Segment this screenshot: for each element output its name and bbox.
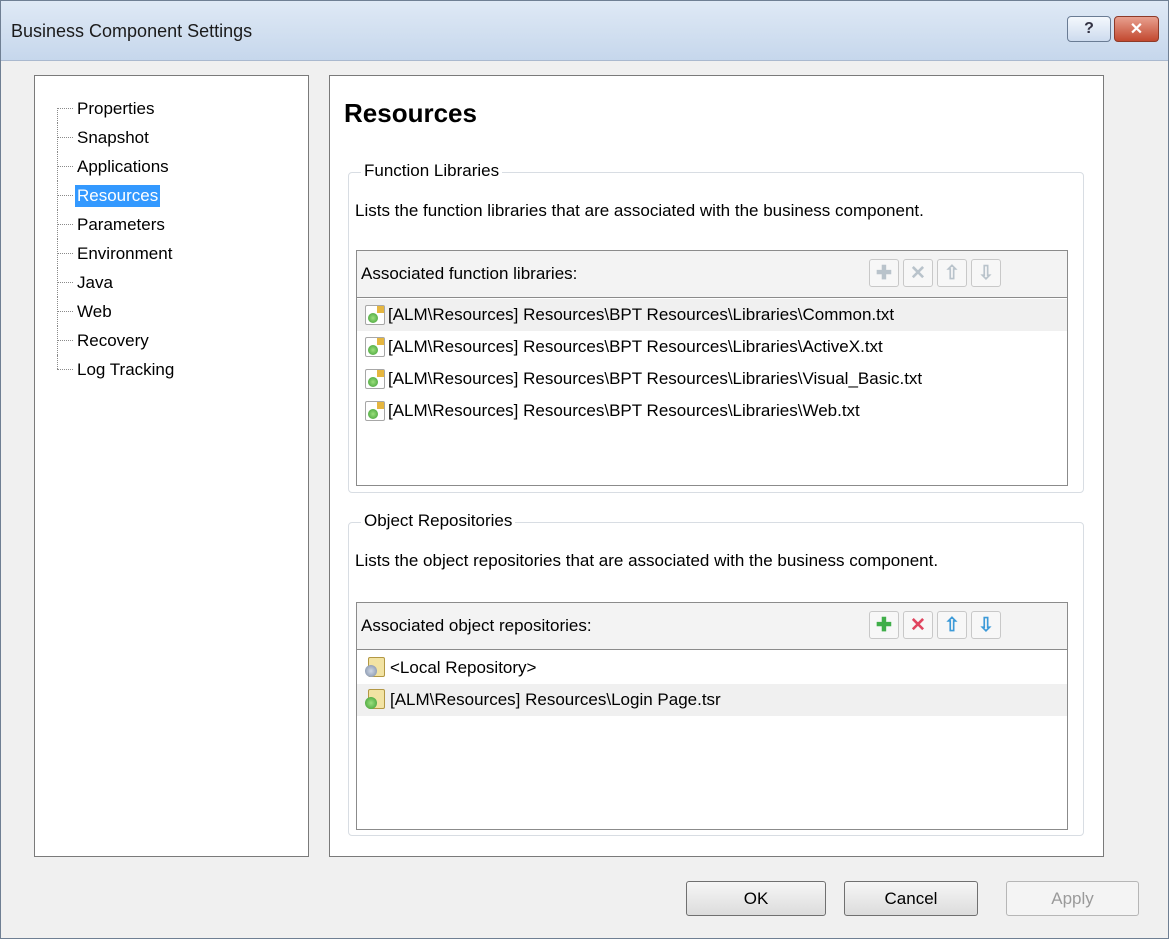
apply-button[interactable]: Apply <box>1006 881 1139 916</box>
settings-dialog: Business Component Settings ? ✕ Properti… <box>0 0 1169 939</box>
resources-panel: Resources Function Libraries Lists the f… <box>329 75 1104 857</box>
list-item[interactable]: [ALM\Resources] Resources\BPT Resources\… <box>357 363 1067 395</box>
page-title: Resources <box>344 98 477 128</box>
arrow-up-icon: ⇧ <box>944 262 960 284</box>
ok-button[interactable]: OK <box>686 881 826 916</box>
tree-item-label: Resources <box>75 184 161 207</box>
move-down-library-button[interactable]: ⇩ <box>971 259 1001 287</box>
function-library-icon <box>365 401 385 421</box>
remove-icon: ✕ <box>910 262 926 284</box>
move-up-library-button[interactable]: ⇧ <box>937 259 967 287</box>
list-header: Associated object repositories: ✚ ✕ ⇧ ⇩ <box>357 603 1067 650</box>
tree-item-label: Java <box>77 272 113 292</box>
remove-icon: ✕ <box>910 614 926 636</box>
settings-tree: Properties Snapshot Applications Resourc… <box>34 75 309 857</box>
tree-item-resources[interactable]: Resources <box>55 181 176 210</box>
shared-repository-icon <box>365 689 387 711</box>
local-repository-icon <box>365 657 387 679</box>
group-title: Function Libraries <box>361 161 503 181</box>
group-title: Object Repositories <box>361 511 516 531</box>
function-library-icon <box>365 369 385 389</box>
tree-item-applications[interactable]: Applications <box>55 152 176 181</box>
remove-library-button[interactable]: ✕ <box>903 259 933 287</box>
list-label: Associated object repositories: <box>361 616 592 635</box>
tree-item-label: Parameters <box>77 214 165 234</box>
list-item[interactable]: [ALM\Resources] Resources\BPT Resources\… <box>357 299 1067 331</box>
add-icon: ✚ <box>876 614 892 636</box>
tree-item-label: Recovery <box>77 330 149 350</box>
tree-item-environment[interactable]: Environment <box>55 239 176 268</box>
add-repository-button[interactable]: ✚ <box>869 611 899 639</box>
tree-item-properties[interactable]: Properties <box>55 94 176 123</box>
tree-item-label: Properties <box>77 98 155 118</box>
move-up-repository-button[interactable]: ⇧ <box>937 611 967 639</box>
add-icon: ✚ <box>876 262 892 284</box>
close-button[interactable]: ✕ <box>1114 16 1159 42</box>
function-libraries-list[interactable]: Associated function libraries: ✚ ✕ ⇧ ⇩ [… <box>356 250 1068 486</box>
remove-repository-button[interactable]: ✕ <box>903 611 933 639</box>
tree-item-label: Log Tracking <box>77 359 175 379</box>
list-item-label: [ALM\Resources] Resources\BPT Resources\… <box>388 337 883 356</box>
list-item-label: [ALM\Resources] Resources\BPT Resources\… <box>388 305 895 324</box>
group-description: Lists the function libraries that are as… <box>355 201 924 220</box>
tree-item-label: Snapshot <box>77 127 149 147</box>
title-bar[interactable]: Business Component Settings ? ✕ <box>1 1 1168 61</box>
cancel-button[interactable]: Cancel <box>844 881 978 916</box>
function-library-icon <box>365 337 385 357</box>
list-item[interactable]: [ALM\Resources] Resources\BPT Resources\… <box>357 331 1067 363</box>
window-title: Business Component Settings <box>11 21 253 41</box>
tree-item-parameters[interactable]: Parameters <box>55 210 176 239</box>
list-header: Associated function libraries: ✚ ✕ ⇧ ⇩ <box>357 251 1067 298</box>
list-item-label: [ALM\Resources] Resources\Login Page.tsr <box>390 690 721 709</box>
tree-item-java[interactable]: Java <box>55 268 176 297</box>
list-item-label: [ALM\Resources] Resources\BPT Resources\… <box>388 401 860 420</box>
list-item[interactable]: <Local Repository> <box>357 652 1067 684</box>
list-item-label: <Local Repository> <box>390 658 537 677</box>
list-item[interactable]: [ALM\Resources] Resources\Login Page.tsr <box>357 684 1067 716</box>
arrow-up-icon: ⇧ <box>944 614 960 636</box>
group-description: Lists the object repositories that are a… <box>355 551 939 570</box>
tree-item-log-tracking[interactable]: Log Tracking <box>55 355 176 384</box>
list-item-label: [ALM\Resources] Resources\BPT Resources\… <box>388 369 923 388</box>
tree-item-label: Web <box>77 301 112 321</box>
tree-item-snapshot[interactable]: Snapshot <box>55 123 176 152</box>
move-down-repository-button[interactable]: ⇩ <box>971 611 1001 639</box>
tree-item-label: Applications <box>77 156 169 176</box>
arrow-down-icon: ⇩ <box>978 614 994 636</box>
help-button[interactable]: ? <box>1067 16 1111 42</box>
object-repositories-list[interactable]: Associated object repositories: ✚ ✕ ⇧ ⇩ … <box>356 602 1068 830</box>
tree-item-label: Environment <box>77 243 173 263</box>
tree-item-web[interactable]: Web <box>55 297 176 326</box>
list-item[interactable]: [ALM\Resources] Resources\BPT Resources\… <box>357 395 1067 427</box>
arrow-down-icon: ⇩ <box>978 262 994 284</box>
function-library-icon <box>365 305 385 325</box>
tree-list: Properties Snapshot Applications Resourc… <box>55 94 176 384</box>
add-library-button[interactable]: ✚ <box>869 259 899 287</box>
tree-item-recovery[interactable]: Recovery <box>55 326 176 355</box>
list-label: Associated function libraries: <box>361 264 578 283</box>
